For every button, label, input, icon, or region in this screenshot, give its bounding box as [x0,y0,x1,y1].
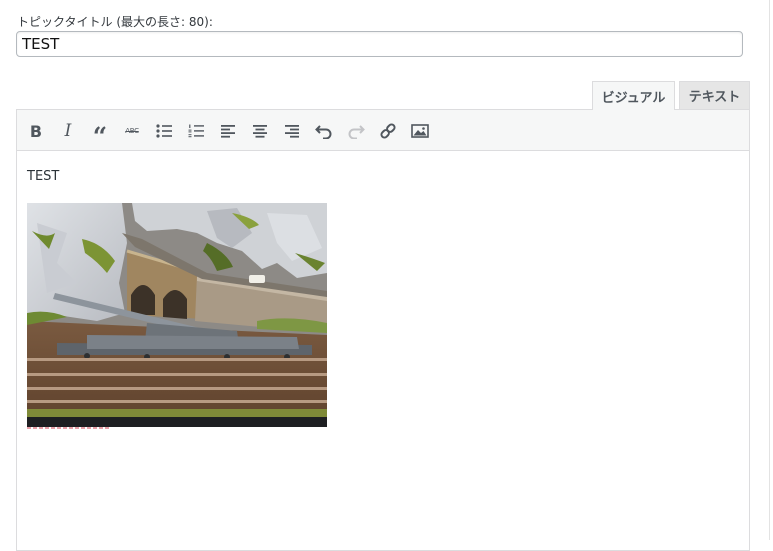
tab-text[interactable]: テキスト [679,81,750,109]
italic-button[interactable]: I [56,119,80,143]
tab-visual[interactable]: ビジュアル [592,81,675,110]
insert-image-button[interactable] [408,119,432,143]
bullet-list-icon [156,124,172,138]
redo-icon [348,125,365,139]
blockquote-icon: “ [92,121,108,151]
numbered-list-icon [188,124,204,138]
topic-title-label: トピックタイトル (最大の長さ: 80): [17,15,213,29]
inserted-image[interactable] [27,203,327,427]
undo-button[interactable] [312,119,336,143]
undo-icon [315,125,332,139]
bulleted-list-button[interactable] [152,119,176,143]
editor-toolbar: B I “ ABC [16,109,750,151]
redo-button[interactable] [344,119,368,143]
numbered-list-button[interactable] [184,119,208,143]
align-center-icon [253,125,267,138]
bold-icon: B [29,121,43,141]
link-icon [380,123,396,139]
page-edge-divider [769,0,770,540]
image-icon [411,124,429,138]
diorama-photo [27,203,327,427]
strikethrough-icon: ABC [125,127,139,135]
align-left-button[interactable] [216,119,240,143]
editor-body-text[interactable]: TEST [27,169,59,184]
bold-button[interactable]: B [24,119,48,143]
blockquote-button[interactable]: “ [88,119,112,149]
align-right-button[interactable] [280,119,304,143]
editor-content-area[interactable]: TEST [16,151,750,551]
insert-link-button[interactable] [376,119,400,143]
align-left-icon [221,125,235,138]
strikethrough-button[interactable]: ABC [120,119,144,143]
align-center-button[interactable] [248,119,272,143]
image-selection-marker [27,427,111,429]
align-right-icon [285,125,299,138]
topic-title-input[interactable] [16,31,743,57]
italic-icon: I [64,121,72,141]
